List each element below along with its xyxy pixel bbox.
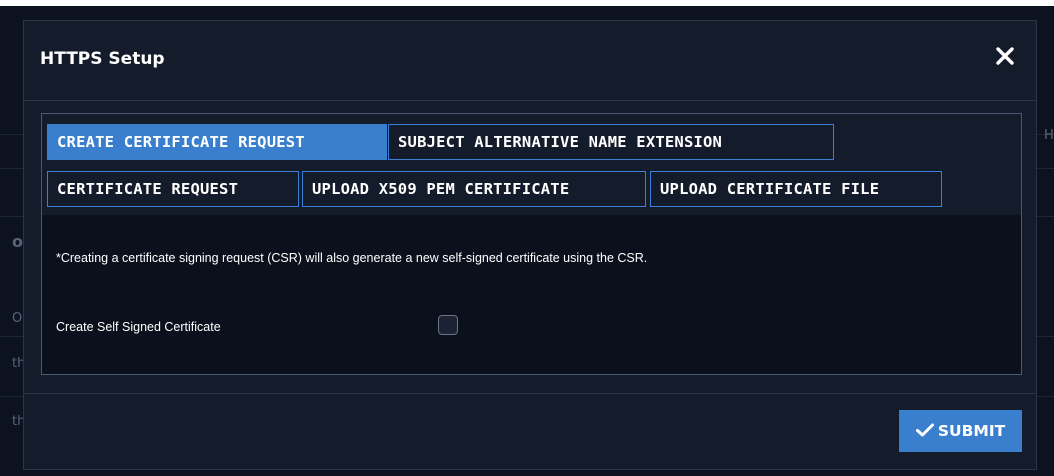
tab-subject-alternative-name-extension[interactable]: SUBJECT ALTERNATIVE NAME EXTENSION — [388, 124, 834, 160]
tab-upload-x509-pem-certificate[interactable]: UPLOAD X509 PEM CERTIFICATE — [302, 171, 646, 207]
background-text: o — [12, 232, 23, 251]
tab-bar: CREATE CERTIFICATE REQUEST SUBJECT ALTER… — [42, 114, 1021, 215]
self-signed-label: Create Self Signed Certificate — [56, 320, 221, 334]
self-signed-checkbox[interactable] — [438, 315, 458, 335]
csr-note: *Creating a certificate signing request … — [56, 251, 648, 265]
background-text: O — [12, 311, 23, 326]
tab-create-certificate-request[interactable]: CREATE CERTIFICATE REQUEST — [47, 124, 387, 160]
close-icon — [996, 47, 1014, 65]
check-icon — [915, 423, 934, 437]
background-text: H — [1044, 128, 1054, 143]
close-button[interactable] — [992, 43, 1018, 69]
tab-upload-certificate-file[interactable]: UPLOAD CERTIFICATE FILE — [650, 171, 942, 207]
tab-content: *Creating a certificate signing request … — [42, 215, 1021, 374]
https-setup-dialog: HTTPS Setup CREATE CERTIFICATE REQUEST S… — [23, 20, 1037, 470]
tab-certificate-request[interactable]: CERTIFICATE REQUEST — [47, 171, 299, 207]
submit-label: SUBMIT — [937, 422, 1006, 440]
dialog-header: HTTPS Setup — [24, 21, 1036, 101]
submit-button[interactable]: SUBMIT — [899, 410, 1022, 452]
dialog-body: CREATE CERTIFICATE REQUEST SUBJECT ALTER… — [41, 113, 1022, 375]
dialog-footer-divider — [24, 393, 1036, 394]
dialog-title: HTTPS Setup — [40, 49, 165, 69]
